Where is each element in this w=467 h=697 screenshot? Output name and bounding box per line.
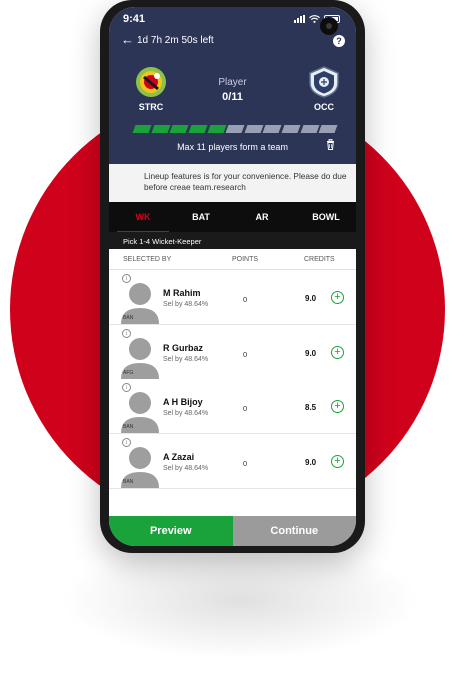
player-points: 0 — [243, 458, 248, 468]
status-time: 9:41 — [123, 13, 146, 25]
phone-frame: 9:41 ← 1d 7h 2m 50s left ? STRC Player 0… — [100, 0, 365, 553]
player-selected-by: Sel by 48.64% — [163, 464, 209, 472]
tab-bowl[interactable]: BOWL — [306, 212, 346, 222]
team-code-right: OCC — [314, 102, 334, 112]
player-row[interactable]: i AFG R Gurbaz Sel by 48.64% 0 9.0 + — [109, 324, 356, 380]
player-team-badge: BAN — [123, 478, 134, 485]
add-player-icon[interactable]: + — [331, 454, 344, 468]
player-team-badge: AFG — [123, 369, 134, 376]
player-name: A H Bijoy — [163, 397, 203, 407]
column-credits[interactable]: CREDITS — [304, 256, 335, 263]
player-table-header: SELECTED BY POINTS CREDITS — [109, 249, 356, 270]
player-info-icon[interactable]: i — [122, 383, 131, 392]
player-credits: 9.0 — [305, 457, 317, 467]
player-name: M Rahim — [163, 288, 201, 298]
signal-icon — [294, 15, 305, 23]
player-row[interactable]: i BAN M Rahim Sel by 48.64% 0 9.0 + — [109, 270, 356, 325]
max-players-text: Max 11 players form a team — [177, 142, 288, 152]
column-selected-by[interactable]: SELECTED BY — [123, 256, 171, 263]
team-right: OCC — [304, 65, 344, 112]
back-arrow-icon[interactable]: ← — [121, 33, 134, 47]
add-player-icon[interactable]: + — [331, 400, 344, 413]
player-credits: 9.0 — [305, 348, 317, 358]
preview-button[interactable]: Preview — [109, 516, 233, 546]
position-tabs: WK BAT AR BOWL — [109, 202, 356, 233]
player-name: R Gurbaz — [163, 342, 204, 353]
player-points: 0 — [243, 404, 248, 413]
progress-segment — [188, 125, 208, 133]
continue-button[interactable]: Continue — [232, 516, 356, 546]
player-selected-by: Sel by 48.64% — [163, 355, 209, 363]
progress-segment — [132, 125, 152, 133]
selection-progress-bar — [132, 125, 338, 133]
player-team-badge: BAN — [123, 424, 134, 430]
nav-row: ← 1d 7h 2m 50s left ? — [109, 33, 356, 49]
player-team-badge: BAN — [123, 315, 134, 321]
pick-instruction-bar: Pick 1-4 Wicket-Keeper — [109, 232, 356, 249]
help-icon[interactable]: ? — [333, 35, 345, 47]
lineup-info-banner: Lineup features is for your convenience.… — [109, 164, 356, 202]
phone-screen: 9:41 ← 1d 7h 2m 50s left ? STRC Player 0… — [109, 7, 356, 546]
pick-instruction-text: Pick 1-4 Wicket-Keeper — [123, 237, 202, 246]
progress-segment — [225, 125, 245, 133]
player-selected-by: Sel by 48.64% — [163, 301, 209, 308]
countdown-timer: 1d 7h 2m 50s left — [137, 35, 214, 46]
player-points: 0 — [243, 349, 248, 359]
add-player-icon[interactable]: + — [331, 291, 344, 304]
progress-segment — [281, 125, 301, 133]
bottom-action-bar: Preview Continue — [109, 516, 356, 546]
player-info-icon[interactable]: i — [122, 437, 131, 447]
player-credits: 9.0 — [305, 294, 317, 303]
phone-shadow — [60, 540, 420, 660]
lineup-info-text: Lineup features is for your convenience.… — [144, 171, 347, 192]
tab-wk[interactable]: WK — [123, 212, 163, 222]
player-info-icon[interactable]: i — [122, 328, 131, 338]
team-logo-right — [309, 66, 339, 98]
status-bar: 9:41 — [109, 7, 356, 29]
tab-ar[interactable]: AR — [242, 212, 282, 222]
player-credits: 8.5 — [305, 403, 317, 412]
player-points: 0 — [243, 295, 248, 304]
progress-segment — [263, 125, 282, 133]
progress-segment — [244, 125, 263, 133]
progress-segment — [318, 125, 338, 133]
progress-segment — [151, 125, 170, 133]
match-header: 9:41 ← 1d 7h 2m 50s left ? STRC Player 0… — [109, 7, 356, 164]
trash-icon[interactable] — [326, 139, 335, 150]
team-left: STRC — [131, 65, 171, 112]
team-code-left: STRC — [138, 102, 164, 112]
progress-segment — [169, 125, 189, 133]
player-selected-by: Sel by 48.64% — [163, 410, 209, 417]
player-row[interactable]: i BAN A Zazai Sel by 48.64% 0 9.0 + — [109, 433, 356, 489]
player-name: A Zazai — [163, 451, 195, 462]
player-info-icon[interactable]: i — [122, 274, 131, 283]
player-row[interactable]: i BAN A H Bijoy Sel by 48.64% 0 8.5 + — [109, 379, 356, 434]
progress-segment — [300, 125, 319, 133]
add-player-icon[interactable]: + — [331, 345, 344, 359]
progress-segment — [207, 125, 226, 133]
column-points[interactable]: POINTS — [232, 256, 258, 263]
wifi-icon — [309, 15, 320, 23]
tab-bat[interactable]: BAT — [181, 212, 221, 222]
